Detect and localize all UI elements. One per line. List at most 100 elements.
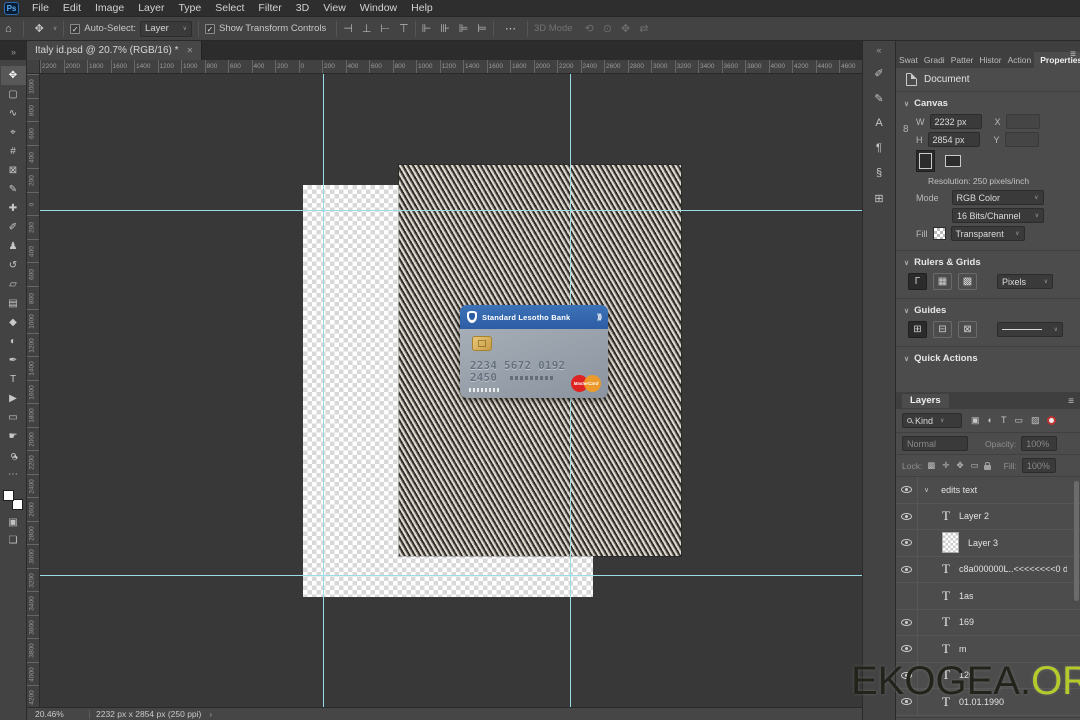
layer-visibility-toggle[interactable] (896, 583, 918, 609)
lock-all-icon[interactable] (983, 461, 991, 470)
tab-patterns[interactable]: Patter (948, 52, 977, 68)
tab-actions[interactable]: Action (1005, 52, 1035, 68)
object-selection-tool[interactable]: ⌖ (1, 123, 26, 142)
brushes-panel-icon[interactable]: ✎ (868, 88, 890, 108)
libraries-panel-icon[interactable]: ⊞ (868, 188, 890, 208)
brush-tool[interactable]: ✐ (1, 218, 26, 237)
layer-row[interactable]: ∨ 1as (896, 583, 1080, 610)
distribute-centers-icon[interactable]: ⊪ (440, 22, 450, 35)
layer-filter-toggle[interactable] (1047, 416, 1057, 425)
foreground-color-swatch[interactable] (3, 490, 14, 501)
layer-row[interactable]: ∨ Layer 2 (896, 503, 1080, 530)
clone-stamp-tool[interactable]: ♟ (1, 237, 26, 256)
glyphs-panel-icon[interactable]: § (868, 163, 890, 183)
toolbar-collapse-icon[interactable]: » (0, 47, 27, 60)
toggle-pixel-grid-icon[interactable]: ▩ (958, 273, 977, 290)
layers-menu-icon[interactable]: ≡ (1068, 396, 1074, 407)
menu-file[interactable]: File (25, 0, 56, 17)
frame-tool[interactable]: ⊠ (1, 161, 26, 180)
more-options-icon[interactable]: ⋯ (500, 22, 521, 35)
tab-gradients[interactable]: Gradi (921, 52, 948, 68)
close-tab-icon[interactable]: ✕ (187, 46, 194, 55)
filter-pixel-layers-icon[interactable]: ▣ (971, 415, 980, 426)
marquee-tool[interactable]: ▢ (1, 85, 26, 104)
move-tool[interactable]: ✥ (0, 66, 26, 85)
tab-history[interactable]: Histor (976, 52, 1004, 68)
layer-visibility-toggle[interactable] (896, 556, 918, 582)
home-icon[interactable]: ⌂ (0, 23, 17, 35)
distribute-top-icon[interactable]: ⊨ (477, 22, 487, 35)
landscape-orientation-button[interactable] (942, 152, 964, 170)
layer-row[interactable]: ∨ c8a000000L..<<<<<<<<0 d (896, 556, 1080, 583)
portrait-orientation-button[interactable] (916, 150, 935, 172)
tab-swatches[interactable]: Swat (896, 52, 921, 68)
layer-row[interactable]: ∨ edits text (896, 477, 1080, 504)
constrain-proportions-icon[interactable]: 8 (903, 124, 909, 135)
horizontal-ruler[interactable]: 2200 2000 1800 1600 1400 1200 1000 800 600 400 200… (40, 60, 862, 74)
toggle-guides-icon[interactable]: ⊞ (908, 321, 927, 338)
distribute-right-icon[interactable]: ⊫ (459, 22, 469, 35)
menu-3d[interactable]: 3D (289, 0, 316, 17)
gradient-tool[interactable]: ▤ (1, 294, 26, 313)
menu-window[interactable]: Window (353, 0, 404, 17)
layer-visibility-toggle[interactable] (896, 609, 918, 635)
lock-artboard-icon[interactable]: ▭ (971, 460, 979, 471)
align-left-edges-icon[interactable]: ⊣ (343, 22, 353, 35)
credit-card-image[interactable]: Standard Lesotho Bank ))) 2234 5672 0192… (460, 305, 608, 398)
lock-image-pixels-icon[interactable]: ✛ (942, 460, 949, 471)
menu-image[interactable]: Image (88, 0, 131, 17)
lock-transparent-pixels-icon[interactable]: ▩ (927, 460, 935, 471)
smart-guides-icon[interactable]: ⊟ (933, 321, 952, 338)
align-top-edges-icon[interactable]: ⊤ (399, 22, 409, 35)
filter-type-layers-icon[interactable]: T (1001, 415, 1007, 426)
brush-settings-panel-icon[interactable]: ✐ (868, 63, 890, 83)
quick-mask-button[interactable]: ▣ (8, 517, 17, 528)
menu-filter[interactable]: Filter (251, 0, 288, 17)
move-tool-icon[interactable]: ✥ (30, 22, 49, 35)
layer-visibility-toggle[interactable] (896, 477, 918, 503)
screen-mode-button[interactable]: ❏ (9, 535, 18, 546)
layer-thumbnail[interactable] (942, 561, 950, 577)
type-tool[interactable]: T (1, 370, 26, 389)
more-tools[interactable]: ⋯ (1, 465, 26, 484)
auto-select-checkbox[interactable]: ✓ (70, 23, 81, 34)
layer-row[interactable]: ∨ 169 (896, 609, 1080, 636)
vertical-ruler[interactable]: 1000 800 600 400 200 0 200 400 600 800 1000 1200 140… (27, 74, 40, 707)
tool-preset-caret-icon[interactable]: ∨ (53, 25, 57, 32)
layer-thumbnail[interactable] (942, 641, 950, 657)
eyedropper-tool[interactable]: ✎ (1, 180, 26, 199)
menu-layer[interactable]: Layer (131, 0, 171, 17)
blend-mode-dropdown[interactable]: Normal (902, 436, 968, 451)
status-options-chevron-icon[interactable]: › (209, 709, 212, 719)
layer-thumbnail[interactable] (942, 588, 950, 604)
layer-thumbnail[interactable] (942, 532, 959, 554)
layer-visibility-toggle[interactable] (896, 530, 918, 556)
lasso-tool[interactable]: ∿ (1, 104, 26, 123)
lock-position-icon[interactable]: ✥ (956, 460, 963, 471)
menu-view[interactable]: View (316, 0, 353, 17)
opacity-field[interactable]: 100% (1021, 436, 1058, 451)
paragraph-panel-icon[interactable]: ¶ (868, 138, 890, 158)
fill-swatch[interactable] (932, 227, 946, 240)
menu-select[interactable]: Select (208, 0, 251, 17)
zoom-level[interactable]: 20.46% (35, 709, 83, 719)
layer-filter-dropdown[interactable]: Kind ∨ (902, 413, 962, 428)
align-horizontal-centers-icon[interactable]: ⊥ (362, 22, 372, 35)
horizontal-guide[interactable] (40, 210, 862, 211)
vertical-guide[interactable] (323, 74, 324, 707)
layer-visibility-toggle[interactable] (896, 503, 918, 529)
healing-brush-tool[interactable]: ✚ (1, 199, 26, 218)
layer-fill-field[interactable]: 100% (1021, 458, 1056, 473)
ruler-origin-corner[interactable] (27, 60, 40, 74)
lock-guides-icon[interactable]: ⊠ (958, 321, 977, 338)
crop-tool[interactable]: # (1, 142, 26, 161)
panel-menu-icon[interactable]: ≡ (1070, 49, 1076, 60)
zoom-tool[interactable]: ○ (1, 446, 26, 465)
filter-smart-objects-icon[interactable]: ▨ (1031, 415, 1040, 426)
layer-visibility-toggle[interactable] (896, 636, 918, 662)
guide-style-dropdown[interactable]: ∨ (997, 322, 1063, 337)
filter-shape-layers-icon[interactable]: ▭ (1014, 415, 1023, 426)
height-field[interactable]: 2854 px (927, 132, 980, 147)
history-brush-tool[interactable]: ↺ (1, 256, 26, 275)
ruler-units-dropdown[interactable]: Pixels ∨ (997, 274, 1053, 289)
